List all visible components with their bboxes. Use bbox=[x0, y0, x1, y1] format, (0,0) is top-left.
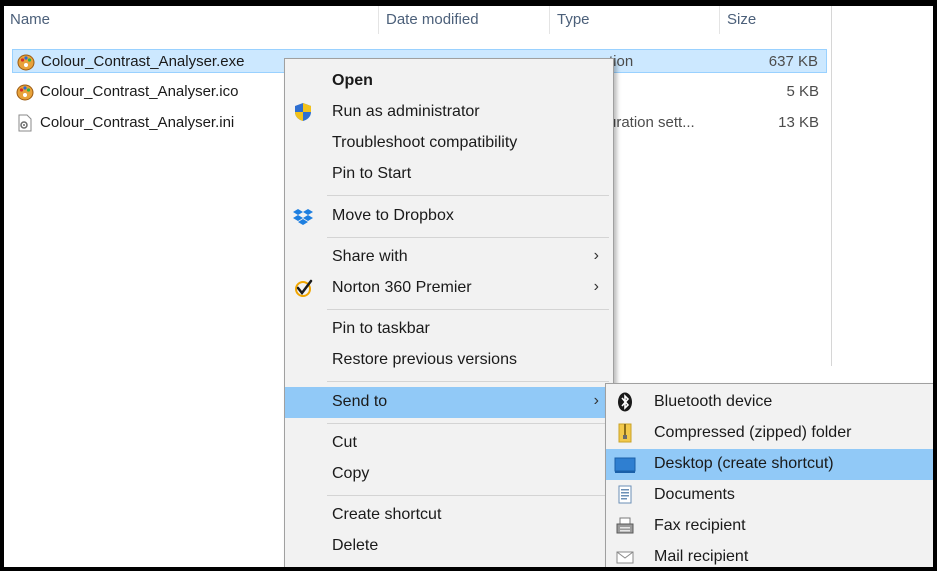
palette-icon bbox=[16, 84, 34, 101]
send-to-documents[interactable]: Documents bbox=[606, 480, 933, 511]
menu-separator bbox=[327, 423, 609, 424]
menu-item-cut[interactable]: Cut bbox=[285, 428, 613, 459]
file-name: Colour_Contrast_Analyser.exe bbox=[41, 53, 245, 70]
send-to-compressed-folder[interactable]: Compressed (zipped) folder bbox=[606, 418, 933, 449]
file-size: 13 KB bbox=[778, 114, 819, 131]
menu-item-label: Send to bbox=[332, 393, 388, 410]
menu-item-label: Copy bbox=[332, 465, 370, 482]
column-divider[interactable] bbox=[549, 6, 550, 34]
submenu-item-label: Bluetooth device bbox=[654, 393, 773, 410]
menu-item-create-shortcut[interactable]: Create shortcut bbox=[285, 500, 613, 531]
menu-item-delete[interactable]: Delete bbox=[285, 531, 613, 562]
menu-item-troubleshoot-compatibility[interactable]: Troubleshoot compatibility bbox=[285, 128, 613, 159]
menu-item-open[interactable]: Open bbox=[285, 66, 613, 97]
send-to-mail-recipient[interactable]: Mail recipient bbox=[606, 542, 933, 567]
file-name: Colour_Contrast_Analyser.ini bbox=[40, 114, 235, 131]
menu-item-label: Norton 360 Premier bbox=[332, 279, 472, 296]
column-header-name[interactable]: Name bbox=[10, 11, 50, 28]
menu-item-label: Run as administrator bbox=[332, 103, 480, 120]
send-to-bluetooth-device[interactable]: Bluetooth device bbox=[606, 387, 933, 418]
dropbox-icon bbox=[293, 209, 313, 225]
app-palette-icon bbox=[17, 54, 35, 71]
menu-separator bbox=[327, 309, 609, 310]
menu-item-label: Share with bbox=[332, 248, 408, 265]
column-header-size[interactable]: Size bbox=[727, 11, 756, 28]
zip-folder-icon bbox=[618, 423, 632, 443]
menu-item-send-to[interactable]: Send to › bbox=[285, 387, 613, 418]
documents-icon bbox=[618, 485, 632, 504]
file-name: Colour_Contrast_Analyser.ico bbox=[40, 83, 239, 100]
menu-item-norton-360-premier[interactable]: Norton 360 Premier › bbox=[285, 273, 613, 304]
fax-icon bbox=[616, 517, 634, 534]
menu-item-label: Cut bbox=[332, 434, 357, 451]
submenu-item-label: Desktop (create shortcut) bbox=[654, 455, 834, 472]
menu-item-copy[interactable]: Copy bbox=[285, 459, 613, 490]
menu-item-label: Open bbox=[332, 72, 373, 89]
menu-separator bbox=[327, 381, 609, 382]
menu-item-pin-to-start[interactable]: Pin to Start bbox=[285, 159, 613, 190]
menu-separator bbox=[327, 195, 609, 196]
menu-item-label: Pin to taskbar bbox=[332, 320, 430, 337]
menu-item-restore-previous-versions[interactable]: Restore previous versions bbox=[285, 345, 613, 376]
menu-item-move-to-dropbox[interactable]: Move to Dropbox bbox=[285, 201, 613, 232]
file-size: 637 KB bbox=[768, 53, 818, 70]
column-header-date-modified[interactable]: Date modified bbox=[386, 11, 479, 28]
column-divider[interactable] bbox=[719, 6, 720, 34]
norton-check-icon bbox=[295, 279, 313, 297]
desktop-icon bbox=[614, 457, 636, 473]
chevron-right-icon: › bbox=[593, 392, 599, 409]
uac-shield-icon bbox=[295, 103, 311, 121]
chevron-right-icon: › bbox=[593, 247, 599, 264]
send-to-desktop-create-shortcut[interactable]: Desktop (create shortcut) bbox=[606, 449, 933, 480]
send-to-submenu: Bluetooth device Compressed (zipped) fol… bbox=[605, 383, 933, 567]
menu-item-label: Create shortcut bbox=[332, 506, 442, 523]
explorer-window: Name Date modified Type Size Colour_Cont… bbox=[0, 0, 937, 571]
chevron-right-icon: › bbox=[593, 278, 599, 295]
menu-item-pin-to-taskbar[interactable]: Pin to taskbar bbox=[285, 314, 613, 345]
column-divider[interactable] bbox=[378, 6, 379, 34]
submenu-item-label: Compressed (zipped) folder bbox=[654, 424, 852, 441]
column-right-edge bbox=[831, 6, 832, 366]
menu-separator bbox=[327, 495, 609, 496]
menu-item-label: Delete bbox=[332, 537, 379, 554]
file-size: 5 KB bbox=[786, 83, 819, 100]
file-type: uration sett... bbox=[608, 114, 695, 131]
menu-item-label: Troubleshoot compatibility bbox=[332, 134, 518, 151]
menu-item-run-as-administrator[interactable]: Run as administrator bbox=[285, 97, 613, 128]
submenu-item-label: Mail recipient bbox=[654, 548, 749, 565]
column-header-bar: Name Date modified Type Size bbox=[4, 6, 933, 40]
menu-item-share-with[interactable]: Share with › bbox=[285, 242, 613, 273]
menu-item-label: Restore previous versions bbox=[332, 351, 517, 368]
menu-item-label: Pin to Start bbox=[332, 165, 412, 182]
bluetooth-icon bbox=[618, 392, 632, 412]
submenu-item-label: Fax recipient bbox=[654, 517, 746, 534]
menu-item-label: Move to Dropbox bbox=[332, 207, 454, 224]
submenu-item-label: Documents bbox=[654, 486, 735, 503]
send-to-fax-recipient[interactable]: Fax recipient bbox=[606, 511, 933, 542]
mail-icon bbox=[616, 551, 634, 564]
settings-file-icon bbox=[18, 114, 32, 132]
column-header-type[interactable]: Type bbox=[557, 11, 590, 28]
context-menu: Open Run as administrator Troubleshoot c… bbox=[284, 58, 614, 567]
menu-separator bbox=[327, 237, 609, 238]
